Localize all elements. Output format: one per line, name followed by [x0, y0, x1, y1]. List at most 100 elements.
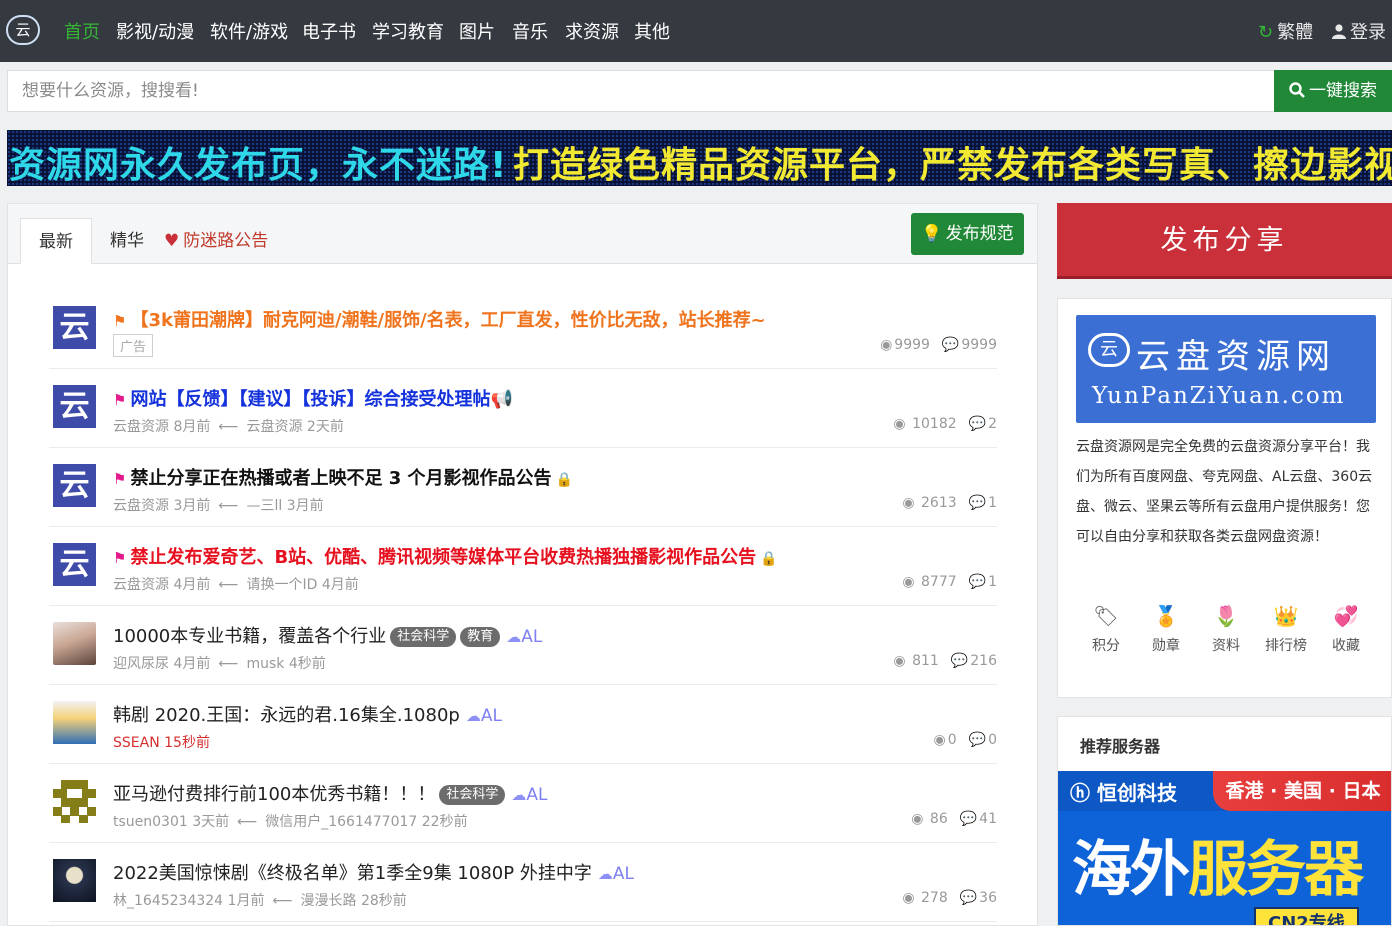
points-label: 积分: [1092, 638, 1120, 654]
author-name[interactable]: tsuen0301: [113, 814, 188, 830]
nav-item-home[interactable]: 首页: [64, 18, 100, 44]
last-reply-user[interactable]: 请换一个ID: [246, 577, 317, 593]
ad-headline-white: 海外: [1072, 835, 1190, 905]
topic-title-text: 禁止发布爱奇艺、B站、优酷、腾讯视频等媒体平台收费热播独播影视作品公告: [130, 547, 757, 568]
login-link[interactable]: 登录: [1332, 18, 1386, 44]
nav-item-software[interactable]: 软件/游戏: [210, 18, 288, 44]
last-reply-user[interactable]: 微信用户_1661477017: [265, 814, 417, 830]
ranking-link[interactable]: 👑 排行榜: [1256, 603, 1316, 655]
avatar[interactable]: 云: [53, 385, 96, 428]
last-reply-user[interactable]: 云盘资源: [246, 419, 302, 435]
profile-link[interactable]: 🌷 资料: [1196, 603, 1256, 655]
topic-title[interactable]: 亚马逊付费排行前100本优秀书籍！！！ 社会科学 ☁AL: [113, 780, 547, 806]
topic-title[interactable]: 10000本专业书籍，覆盖各个行业 社会科学 教育 ☁AL: [113, 622, 542, 648]
nav-item-education[interactable]: 学习教育: [372, 18, 444, 44]
topic-row[interactable]: 2022美国惊悚剧《终极名单》第1季全9集 1080P 外挂中字 ☁AL 林_16…: [49, 843, 997, 922]
topic-stats: ◉ 86 💬 41: [911, 811, 997, 827]
topic-title[interactable]: 2022美国惊悚剧《终极名单》第1季全9集 1080P 外挂中字 ☁AL: [113, 859, 634, 885]
nav-item-images[interactable]: 图片: [459, 18, 495, 44]
view-count: 8777: [921, 574, 957, 590]
nav-item-ebook[interactable]: 电子书: [302, 18, 356, 44]
comment-icon: 💬: [968, 732, 987, 748]
eye-icon: ◉: [933, 732, 946, 748]
ranking-label: 排行榜: [1265, 638, 1307, 654]
topic-row[interactable]: 云 ⚑ 禁止分享正在热播或者上映不足 3 个月影视作品公告 🔒 云盘资源 3月前 ⟵ —…: [49, 448, 997, 527]
topic-title-text: 【3k莆田潮牌】耐克阿迪/潮鞋/服饰/名表，工厂直发，性价比无敌，站长推荐~: [130, 310, 766, 331]
reply-arrow-icon: ⟵: [237, 814, 258, 830]
author-name[interactable]: 云盘资源: [113, 419, 169, 435]
points-link[interactable]: 🏷 积分: [1076, 603, 1136, 655]
site-description: 云盘资源网是完全免费的云盘资源分享平台！我们为所有百度网盘、夸克网盘、AL云盘、…: [1076, 439, 1373, 545]
category-badge[interactable]: 社会科学: [390, 627, 457, 647]
topic-row[interactable]: 云 ⚑ 禁止发布爱奇艺、B站、优酷、腾讯视频等媒体平台收费热播独播影视作品公告 🔒 …: [49, 527, 997, 606]
favorites-link[interactable]: 💞 收藏: [1316, 603, 1376, 655]
topic-title-text: 10000本专业书籍，覆盖各个行业: [113, 626, 387, 647]
reply-arrow-icon: ⟵: [272, 893, 293, 909]
author-name[interactable]: 林_1645234324: [113, 893, 223, 909]
category-badge[interactable]: 社会科学: [439, 785, 506, 805]
nav-item-video[interactable]: 影视/动漫: [116, 18, 194, 44]
comment-count: 36: [979, 890, 997, 906]
flag-icon: ⚑: [113, 470, 127, 488]
topic-stats: ◉ 0 💬 0: [934, 732, 998, 748]
recommended-servers-card: 推荐服务器 ⓗ 恒创科技 香港 · 美国 · 日本 海外服务器 CN2专线: [1057, 716, 1392, 926]
comment-icon: 💬: [968, 495, 987, 511]
medal-icon: 🏅: [1153, 604, 1179, 628]
topic-meta: 云盘资源 3月前 ⟵ —三ll 3月前: [113, 495, 324, 515]
site-logo-icon[interactable]: 云: [6, 15, 40, 45]
reply-arrow-icon: ⟵: [218, 498, 239, 514]
medals-link[interactable]: 🏅 勋章: [1136, 603, 1196, 655]
topic-title-text: 禁止分享正在热播或者上映不足 3 个月影视作品公告: [130, 468, 552, 489]
server-ad-banner[interactable]: ⓗ 恒创科技 香港 · 美国 · 日本 海外服务器 CN2专线: [1058, 771, 1391, 925]
ad-tag: 广告: [113, 334, 154, 357]
cloud-provider-label: AL: [521, 627, 543, 647]
nav-item-music[interactable]: 音乐: [512, 18, 548, 44]
banner-text-yellow: 打造绿色精品资源平台，严禁发布各类写真、擦边影视及: [513, 145, 1392, 186]
topic-title[interactable]: ⚑ 禁止发布爱奇艺、B站、优酷、腾讯视频等媒体平台收费热播独播影视作品公告 🔒: [113, 543, 778, 569]
author-name[interactable]: SSEAN: [113, 735, 160, 751]
eye-icon: ◉: [911, 811, 924, 827]
topic-title[interactable]: 韩剧 2020.王国：永远的君.16集全.1080p ☁AL: [113, 701, 502, 727]
tab-latest[interactable]: 最新: [20, 218, 92, 264]
avatar[interactable]: [53, 622, 96, 665]
tab-featured[interactable]: 精华: [110, 218, 144, 264]
site-info-card: 云 云盘资源网 YunPanZiYuan.com 云盘资源网是完全免费的云盘资源…: [1057, 298, 1392, 698]
publish-share-button[interactable]: 发布分享: [1057, 203, 1392, 279]
avatar[interactable]: [53, 701, 96, 744]
avatar[interactable]: 云: [53, 543, 96, 586]
topic-row[interactable]: 10000本专业书籍，覆盖各个行业 社会科学 教育 ☁AL 迎风尿尿 4月前 ⟵ musk…: [49, 606, 997, 685]
nav-item-other[interactable]: 其他: [634, 18, 670, 44]
last-reply-user[interactable]: musk: [246, 656, 284, 672]
crown-icon: 👑: [1273, 604, 1299, 628]
topic-title[interactable]: ⚑ 网站【反馈】【建议】【投诉】综合接受处理帖📢: [113, 385, 513, 411]
nav-item-request[interactable]: 求资源: [565, 18, 619, 44]
search-button[interactable]: 一键搜索: [1274, 70, 1392, 112]
lock-icon: 🔒: [555, 472, 573, 488]
avatar[interactable]: [53, 780, 96, 823]
topic-title[interactable]: ⚑ 禁止分享正在热播或者上映不足 3 个月影视作品公告 🔒: [113, 464, 573, 490]
search-input[interactable]: [7, 70, 1275, 112]
post-time: 8月前: [173, 419, 211, 435]
tab-anti-lost-notice[interactable]: ♥ 防迷路公告: [164, 218, 268, 264]
publish-rules-button[interactable]: 💡 发布规范: [911, 213, 1024, 255]
avatar[interactable]: [53, 859, 96, 902]
topic-row-ad[interactable]: 云 ⚑ 【3k莆田潮牌】耐克阿迪/潮鞋/服饰/名表，工厂直发，性价比无敌，站长推荐…: [49, 290, 997, 369]
comment-count: 1: [988, 574, 997, 590]
topic-row[interactable]: 韩剧 2020.王国：永远的君.16集全.1080p ☁AL SSEAN 15秒前…: [49, 685, 997, 764]
category-badge[interactable]: 教育: [460, 627, 501, 647]
lock-icon: 🔒: [760, 551, 778, 567]
traditional-chinese-toggle[interactable]: ↻ 繁體: [1258, 18, 1313, 44]
author-name[interactable]: 云盘资源: [113, 498, 169, 514]
last-reply-user[interactable]: —三ll: [246, 498, 282, 514]
search-button-label: 一键搜索: [1309, 81, 1377, 101]
author-name[interactable]: 云盘资源: [113, 577, 169, 593]
comment-count: 41: [979, 811, 997, 827]
avatar[interactable]: 云: [53, 464, 96, 507]
topic-row[interactable]: 云 ⚑ 网站【反馈】【建议】【投诉】综合接受处理帖📢 云盘资源 8月前 ⟵ 云盘资源 …: [49, 369, 997, 448]
topic-row[interactable]: 亚马逊付费排行前100本优秀书籍！！！ 社会科学 ☁AL tsuen0301 3天前…: [49, 764, 997, 843]
author-name[interactable]: 迎风尿尿: [113, 656, 169, 672]
avatar[interactable]: 云: [53, 306, 96, 349]
refresh-icon: ↻: [1258, 22, 1274, 43]
topic-title[interactable]: ⚑ 【3k莆田潮牌】耐克阿迪/潮鞋/服饰/名表，工厂直发，性价比无敌，站长推荐~: [113, 306, 766, 332]
last-reply-user[interactable]: 漫漫长路: [301, 893, 357, 909]
